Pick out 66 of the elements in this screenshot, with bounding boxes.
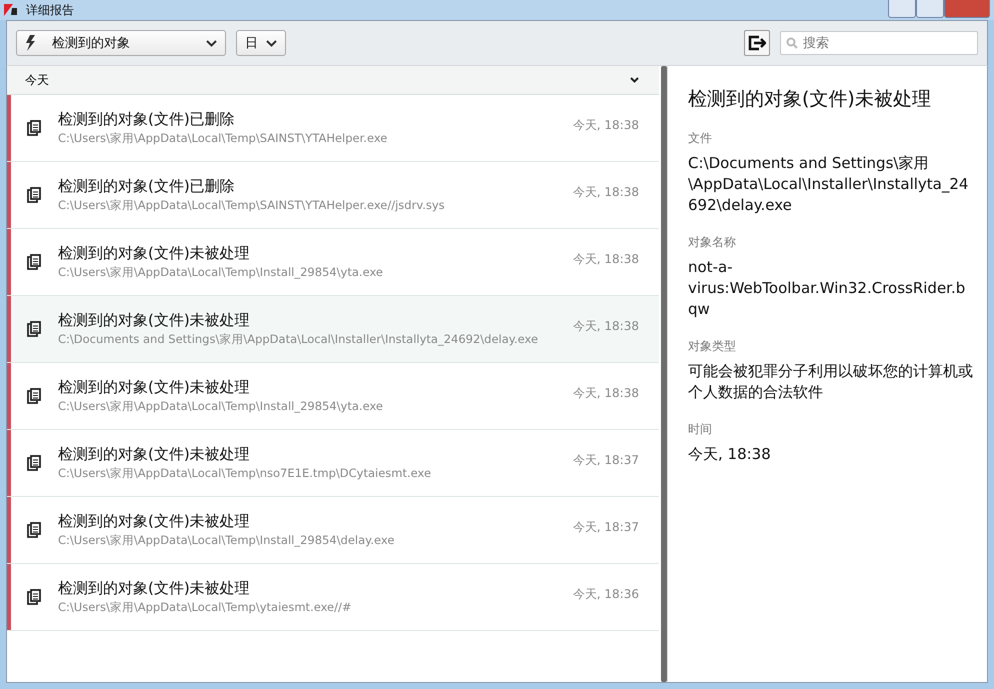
event-title: 检测到的对象(文件)未被处理 — [58, 378, 251, 397]
documents-icon — [27, 589, 41, 605]
file-path: C:\Users\家用\AppData\Local\Temp\ytaiesmt.exe//# — [58, 600, 353, 615]
event-time: 今天, 18:38 — [572, 184, 639, 201]
field-value: C:\Documents and Settings\家用\AppData\Local\Installer\Installyta_24692\delay.exe — [688, 153, 970, 216]
file-path: C:\Users\家用\AppData\Local\Temp\Install_29854\delay.exe — [58, 533, 396, 548]
caret-icon — [266, 40, 277, 46]
event-row[interactable]: 检测到的对象(文件)未被处理 C:\Users\家用\AppData\Local\Temp\ytaiesmt.exe//# 今天, 18:36 — [7, 564, 659, 631]
window-title: 详细报告 — [26, 2, 74, 19]
field-label: 文件 — [688, 130, 713, 147]
minimize-button[interactable] — [888, 0, 916, 18]
period-dropdown[interactable]: 日 — [236, 30, 286, 56]
event-row[interactable]: 检测到的对象(文件)已删除 C:\Users\家用\AppData\Local\Temp\SAINST\YTAHelper.exe 今天, 18:38 — [7, 95, 659, 162]
field-value: not-a-virus:WebToolbar.Win32.CrossRider.bqw — [688, 257, 966, 320]
export-button[interactable] — [744, 30, 770, 56]
file-path: C:\Users\家用\AppData\Local\Temp\SAINST\YTAHelper.exe — [58, 131, 388, 146]
search-field[interactable]: 搜索 — [780, 31, 978, 55]
detail-title: 检测到的对象(文件)未被处理 — [688, 87, 932, 112]
event-row[interactable]: 检测到的对象(文件)未被处理 C:\Users\家用\AppData\Local\Temp\Install_29854\delay.exe 今天, 18:37 — [7, 497, 659, 564]
event-title: 检测到的对象(文件)已删除 — [58, 110, 236, 129]
event-time: 今天, 18:38 — [572, 318, 639, 335]
documents-icon — [27, 254, 41, 270]
field-value: 可能会被犯罪分子利用以破坏您的计算机或个人数据的合法软件 — [688, 361, 973, 403]
event-row[interactable]: 检测到的对象(文件)未被处理 C:\Documents and Settings\家用\AppData\Local\Installer\Installyta_24692\delay.exe 今天, 18:38 — [7, 296, 659, 363]
filter-dropdown[interactable]: 检测到的对象 — [16, 30, 226, 56]
event-row[interactable]: 检测到的对象(文件)未被处理 C:\Users\家用\AppData\Local\Temp\Install_29854\yta.exe 今天, 18:38 — [7, 363, 659, 430]
chevron-icon — [630, 77, 639, 83]
documents-icon — [27, 321, 41, 337]
file-path: C:\Documents and Settings\家用\AppData\Local\Installer\Installyta_24692\delay.exe — [58, 332, 540, 347]
documents-icon — [27, 388, 41, 404]
caret-icon — [206, 40, 217, 46]
event-title: 检测到的对象(文件)未被处理 — [58, 244, 251, 263]
field-label: 时间 — [688, 421, 713, 438]
event-time: 今天, 18:37 — [572, 452, 639, 469]
file-path: C:\Users\家用\AppData\Local\Temp\nso7E1E.tmp\DCytaiesmt.exe — [58, 466, 432, 481]
lightning-icon — [25, 35, 36, 51]
documents-icon — [27, 455, 41, 471]
scrollbar[interactable] — [661, 66, 667, 682]
group-header[interactable]: 今天 — [7, 66, 659, 95]
event-title: 检测到的对象(文件)未被处理 — [58, 579, 251, 598]
event-row[interactable]: 检测到的对象(文件)未被处理 C:\Users\家用\AppData\Local\Temp\nso7E1E.tmp\DCytaiesmt.exe 今天, 18:37 — [7, 430, 659, 497]
event-time: 今天, 18:38 — [572, 385, 639, 402]
field-value: 今天, 18:38 — [688, 444, 772, 465]
file-path: C:\Users\家用\AppData\Local\Temp\Install_29854\yta.exe — [58, 265, 384, 280]
field-label: 对象类型 — [688, 338, 737, 355]
event-title: 检测到的对象(文件)已删除 — [58, 177, 236, 196]
event-time: 今天, 18:37 — [572, 519, 639, 536]
documents-icon — [27, 120, 41, 136]
documents-icon — [27, 187, 41, 203]
event-title: 检测到的对象(文件)未被处理 — [58, 311, 251, 330]
field-label: 对象名称 — [688, 234, 737, 251]
app-logo-icon — [4, 4, 18, 16]
search-icon — [786, 37, 798, 49]
maximize-button[interactable] — [916, 0, 944, 18]
file-path: C:\Users\家用\AppData\Local\Temp\Install_29854\yta.exe — [58, 399, 384, 414]
documents-icon — [27, 522, 41, 538]
event-title: 检测到的对象(文件)未被处理 — [58, 512, 251, 531]
event-row[interactable]: 检测到的对象(文件)已删除 C:\Users\家用\AppData\Local\Temp\SAINST\YTAHelper.exe//jsdrv.sys 今天, 18:38 — [7, 162, 659, 229]
file-path: C:\Users\家用\AppData\Local\Temp\SAINST\YTAHelper.exe//jsdrv.sys — [58, 198, 446, 213]
event-row[interactable]: 检测到的对象(文件)未被处理 C:\Users\家用\AppData\Local\Temp\Install_29854\yta.exe 今天, 18:38 — [7, 229, 659, 296]
group-label: 今天 — [25, 72, 49, 88]
export-icon — [748, 35, 766, 51]
event-title: 检测到的对象(文件)未被处理 — [58, 445, 251, 464]
event-time: 今天, 18:38 — [572, 251, 639, 268]
event-time: 今天, 18:36 — [572, 586, 639, 603]
event-time: 今天, 18:38 — [572, 117, 639, 134]
